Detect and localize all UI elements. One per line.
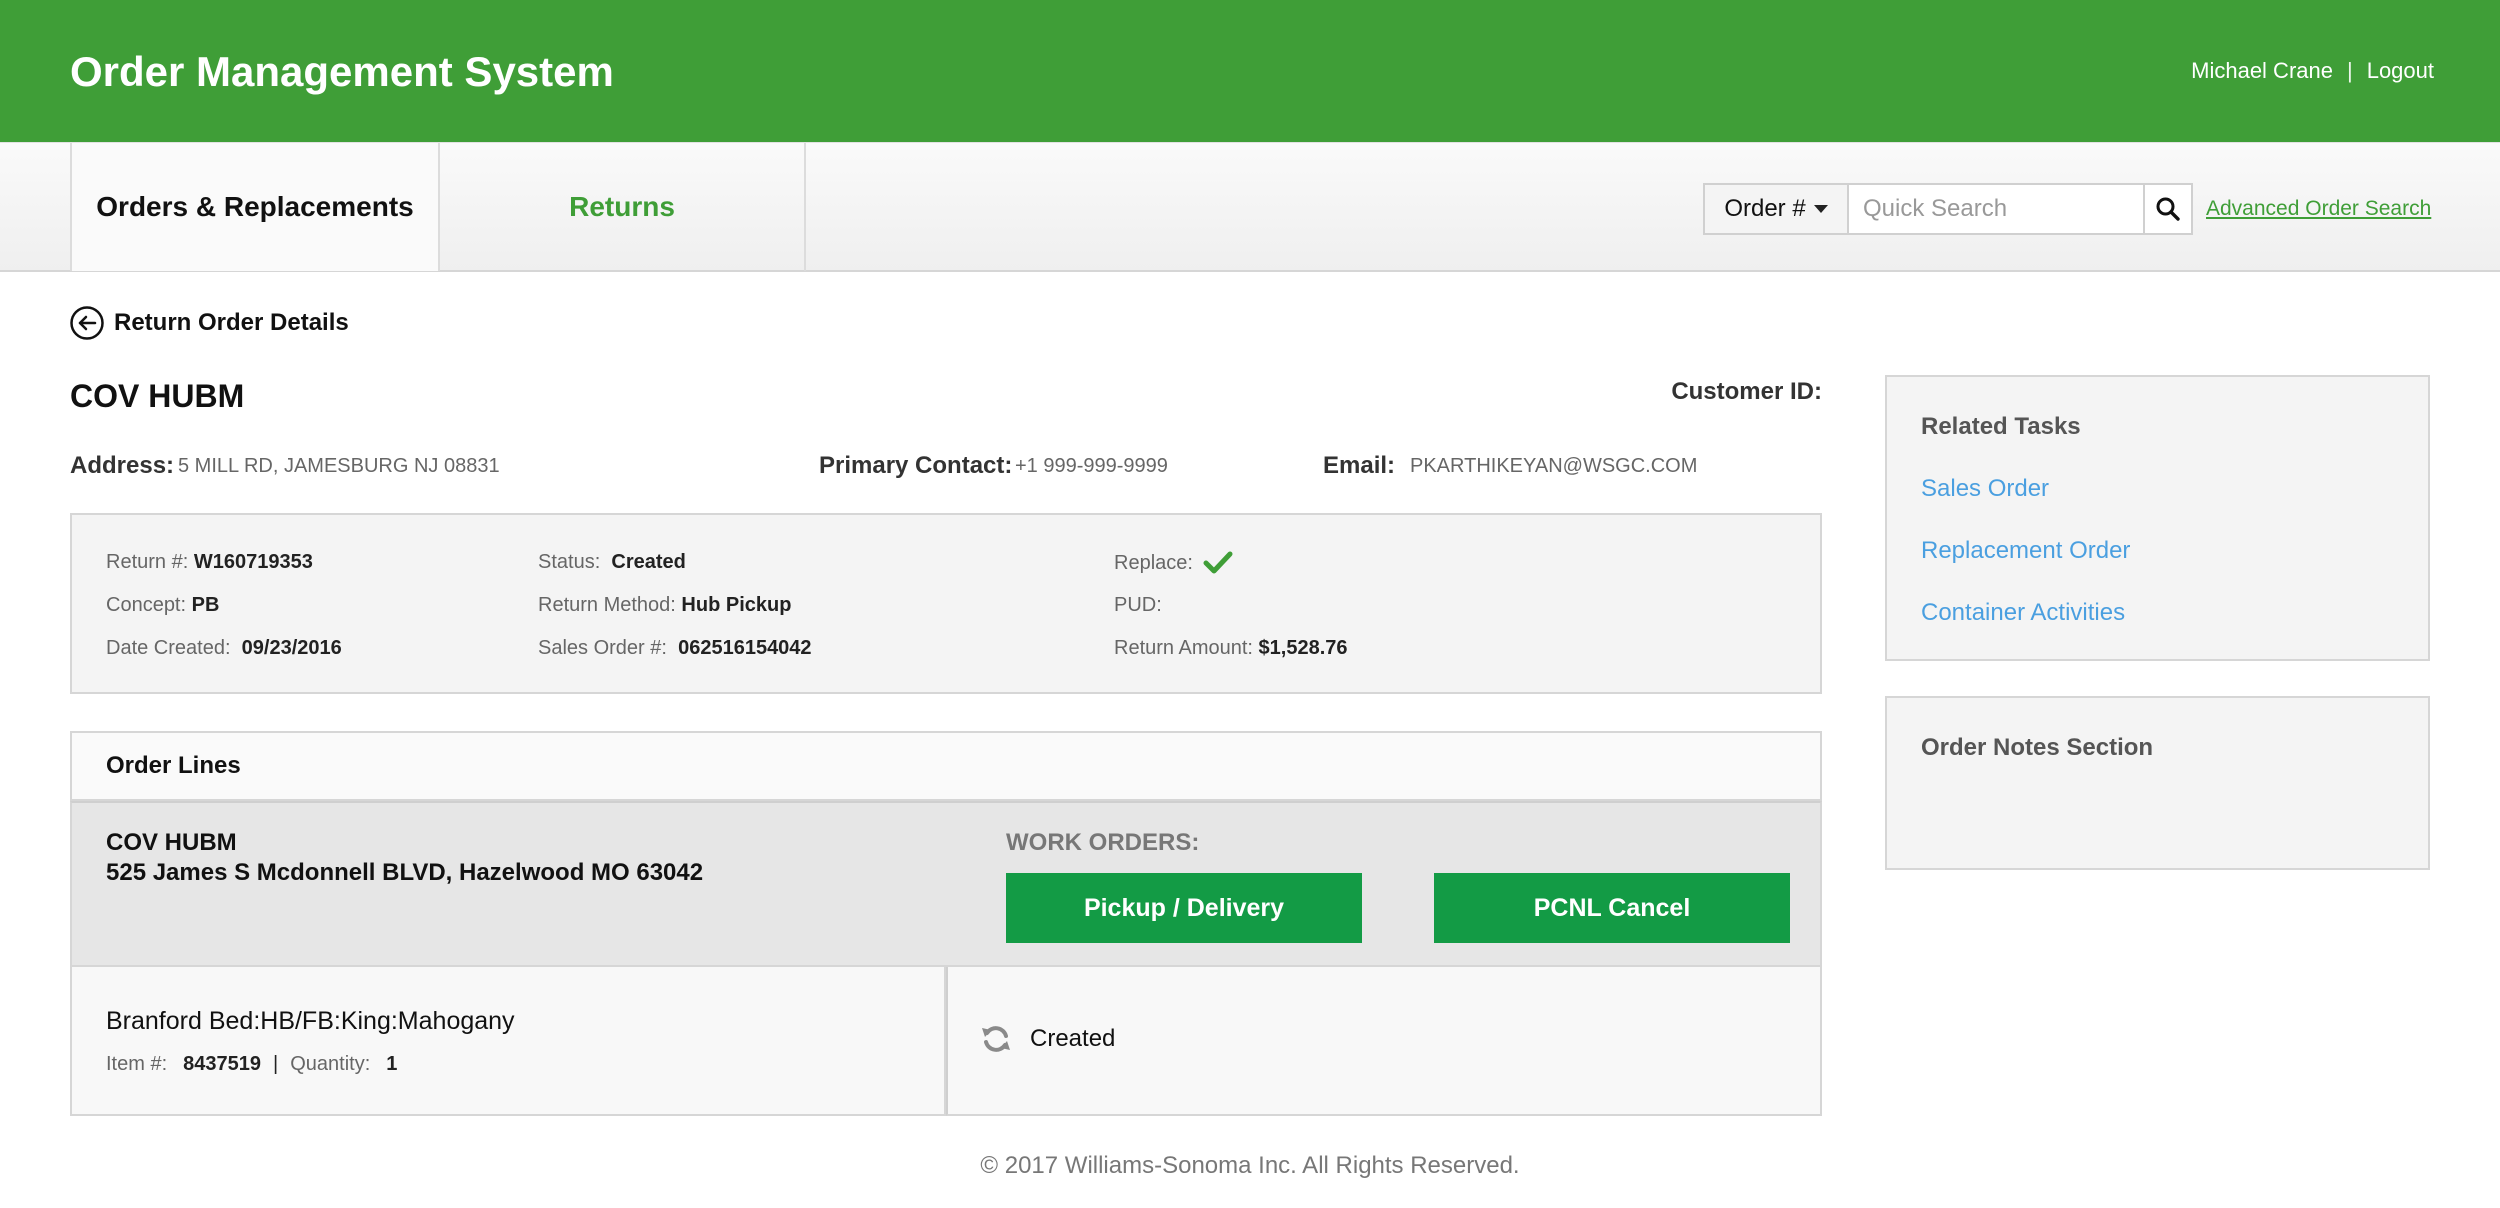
pud-label: PUD: — [1114, 594, 1162, 616]
user-area: Michael Crane | Logout — [2191, 58, 2434, 84]
return-number: Return #: W160719353 — [106, 551, 313, 574]
return-summary-panel: Return #: W160719353 Concept: PB Date Cr… — [70, 513, 1822, 694]
primary-contact-label: Primary Contact: — [819, 452, 1013, 479]
advanced-order-search-link[interactable]: Advanced Order Search — [2206, 197, 2431, 221]
customer-name: COV HUBM — [70, 378, 245, 414]
pcnl-cancel-button[interactable]: PCNL Cancel — [1434, 873, 1790, 943]
order-line-item: Branford Bed:HB/FB:King:Mahogany Item #:… — [70, 967, 946, 1116]
item-number-label: Item #: — [106, 1053, 168, 1075]
order-line-status: Created — [946, 967, 1822, 1116]
ship-to-name: COV HUBM — [106, 829, 237, 856]
order-notes-panel: Order Notes Section — [1885, 696, 2430, 870]
return-amount-value: $1,528.76 — [1258, 637, 1348, 659]
refresh-icon — [982, 1026, 1010, 1052]
item-status-text: Created — [1030, 1025, 1116, 1052]
concept-label: Concept: — [106, 594, 187, 616]
quick-search-input[interactable] — [1849, 185, 2143, 233]
concept-value: PB — [191, 594, 220, 616]
search-icon — [2156, 197, 2180, 221]
work-orders-label: WORK ORDERS: — [1006, 829, 1200, 856]
return-amount: Return Amount: $1,528.76 — [1114, 637, 1348, 660]
pickup-delivery-button[interactable]: Pickup / Delivery — [1006, 873, 1362, 943]
email-label: Email: — [1323, 452, 1396, 479]
check-icon — [1203, 551, 1233, 574]
return-method-value: Hub Pickup — [681, 594, 792, 616]
status-label: Status: — [538, 551, 601, 573]
item-meta: Item #: 8437519 | Quantity: 1 — [106, 1053, 397, 1076]
concept: Concept: PB — [106, 594, 219, 617]
address-value: 5 MILL RD, JAMESBURG NJ 08831 — [178, 455, 500, 477]
quantity-label: Quantity: — [290, 1053, 371, 1075]
app-header: Order Management System Michael Crane | … — [0, 0, 2500, 142]
search-button[interactable] — [2143, 185, 2191, 233]
task-link-container-activities[interactable]: Container Activities — [1921, 599, 2125, 627]
sales-order-value: 062516154042 — [678, 637, 812, 659]
order-lines-header: Order Lines — [70, 731, 1822, 801]
email-value: PKARTHIKEYAN@WSGC.COM — [1410, 455, 1698, 477]
tab-returns[interactable]: Returns — [438, 143, 806, 271]
quantity-value: 1 — [386, 1053, 398, 1075]
sales-order-label: Sales Order #: — [538, 637, 667, 659]
user-name[interactable]: Michael Crane — [2191, 58, 2333, 84]
status: Status: Created — [538, 551, 686, 574]
page-title: Return Order Details — [114, 309, 349, 336]
replace: Replace: — [1114, 551, 1233, 575]
return-number-value: W160719353 — [193, 551, 313, 573]
return-amount-label: Return Amount: — [1114, 637, 1253, 659]
back-arrow-icon — [70, 306, 104, 340]
quick-search-group: Order # — [1703, 183, 2193, 235]
item-name: Branford Bed:HB/FB:King:Mahogany — [106, 1007, 515, 1035]
logout-link[interactable]: Logout — [2367, 58, 2434, 84]
related-tasks-title: Related Tasks — [1921, 413, 2081, 440]
item-status: Created — [980, 1023, 1115, 1055]
sales-order: Sales Order #: 062516154042 — [538, 637, 812, 660]
replace-label: Replace: — [1114, 551, 1193, 574]
order-line-shipment: COV HUBM 525 James S Mcdonnell BLVD, Haz… — [70, 801, 1822, 967]
primary-contact-value: +1 999-999-9999 — [1015, 455, 1168, 477]
date-created-label: Date Created: — [106, 637, 231, 659]
item-meta-divider: | — [273, 1053, 279, 1075]
order-notes-title: Order Notes Section — [1921, 734, 2154, 761]
search-type-dropdown[interactable]: Order # — [1705, 185, 1849, 233]
user-separator: | — [2346, 58, 2353, 83]
tab-orders-replacements[interactable]: Orders & Replacements — [70, 143, 438, 271]
task-link-replacement-order[interactable]: Replacement Order — [1921, 537, 2130, 565]
nav-bar: Orders & Replacements Returns Order # Ad… — [0, 142, 2500, 272]
task-link-sales-order[interactable]: Sales Order — [1921, 475, 2049, 503]
app-title: Order Management System — [70, 48, 614, 95]
address-label: Address: — [70, 452, 175, 479]
return-method-label: Return Method: — [538, 594, 676, 616]
status-value: Created — [611, 551, 686, 573]
date-created-value: 09/23/2016 — [241, 637, 342, 659]
item-number-value: 8437519 — [183, 1053, 262, 1075]
return-method: Return Method: Hub Pickup — [538, 594, 791, 617]
return-number-label: Return #: — [106, 551, 189, 573]
footer-copyright: © 2017 Williams-Sonoma Inc. All Rights R… — [980, 1152, 1520, 1179]
ship-to-address: 525 James S Mcdonnell BLVD, Hazelwood MO… — [106, 859, 704, 886]
back-link[interactable]: Return Order Details — [70, 306, 349, 340]
related-tasks-panel: Related Tasks Sales Order Replacement Or… — [1885, 375, 2430, 661]
pud: PUD: — [1114, 594, 1162, 617]
date-created: Date Created: 09/23/2016 — [106, 637, 342, 660]
customer-id-label: Customer ID: — [1671, 378, 1822, 405]
caret-down-icon — [1813, 205, 1828, 213]
search-type-label: Order # — [1724, 195, 1806, 222]
